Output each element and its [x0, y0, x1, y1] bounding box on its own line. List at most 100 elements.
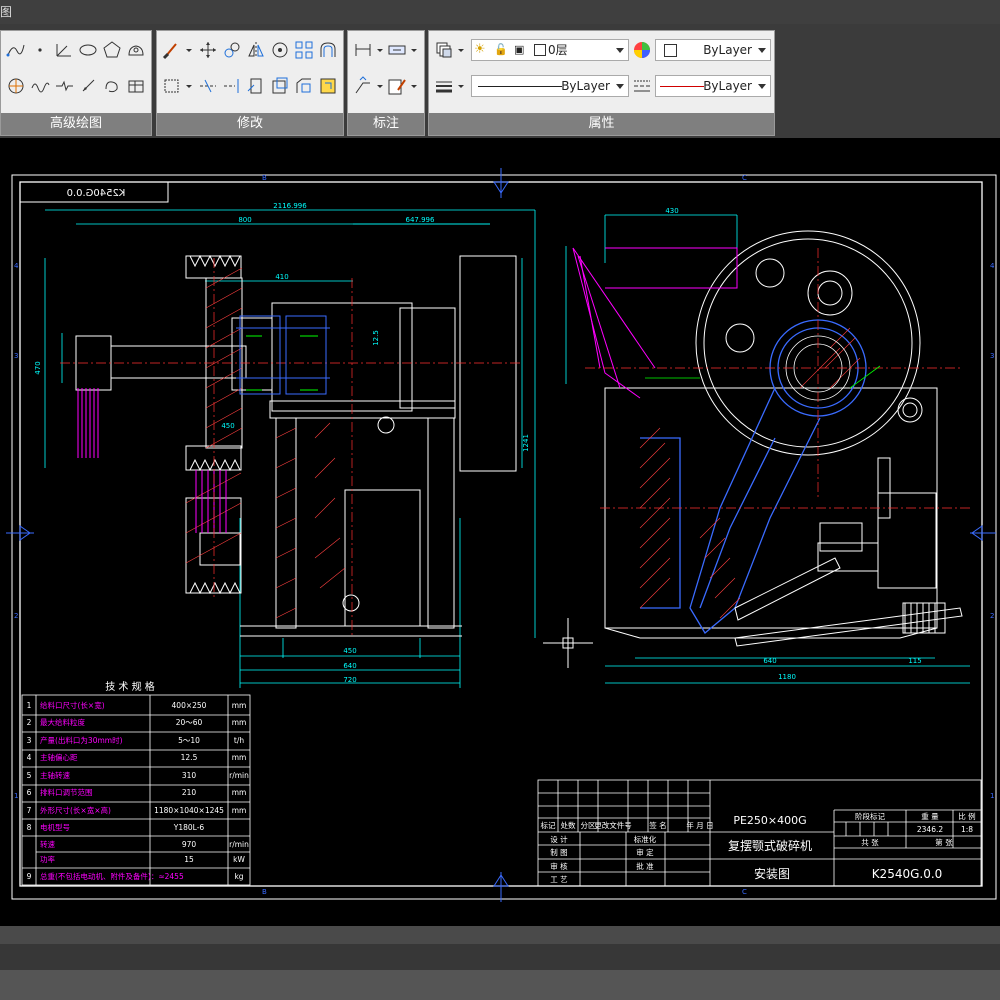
tb-sign-label: 审 定: [636, 847, 654, 857]
linear-dimension-icon[interactable]: [352, 39, 374, 61]
lineweight-dropdown-arrow-icon[interactable]: [616, 84, 624, 89]
svg-text:2: 2: [990, 612, 994, 620]
color-combo[interactable]: ByLayer: [655, 39, 771, 61]
tech-cell-item: 最大给料粒度: [40, 717, 85, 727]
dim-470: 470: [34, 361, 42, 374]
select-window-icon[interactable]: [161, 75, 183, 97]
tech-cell-item: 功率: [40, 854, 55, 864]
tech-cell-unit: kg: [234, 872, 243, 881]
panel-properties: ☀ 🔓 ▣ 0层 ByLayer ByLayer ByLayer 属性: [428, 30, 775, 136]
dim-720: 720: [343, 676, 356, 684]
color-wheel-icon[interactable]: [631, 39, 653, 61]
tech-title: 技 术 规 格: [105, 680, 155, 693]
copy-icon[interactable]: [221, 39, 243, 61]
layer-combo[interactable]: ☀ 🔓 ▣ 0层: [471, 39, 629, 61]
tb-name: 复摆颚式破碎机: [728, 838, 812, 853]
scale-icon[interactable]: [269, 75, 291, 97]
dim-410: 410: [275, 273, 288, 281]
trim-icon[interactable]: [197, 75, 219, 97]
linetype-icon[interactable]: [631, 75, 653, 97]
command-line[interactable]: [0, 970, 1000, 1000]
select-dropdown-icon[interactable]: [185, 75, 193, 97]
ray-tool-icon[interactable]: [53, 39, 75, 61]
match-dropdown-icon[interactable]: [185, 39, 193, 61]
panel-advanced-draw: 高级绘图: [0, 30, 152, 136]
print-icon: ▣: [514, 43, 525, 56]
panel-caption-modify: 修改: [157, 113, 343, 135]
color-square-icon: [534, 44, 546, 56]
lineweight-combo[interactable]: ByLayer: [471, 75, 629, 97]
color-dropdown-arrow-icon[interactable]: [758, 48, 766, 53]
cad-application: 图 V 高级绘图: [0, 0, 1000, 1000]
polyline-tool-icon[interactable]: [5, 39, 27, 61]
leader-tool-icon[interactable]: [77, 75, 99, 97]
tech-cell-value: 12.5: [181, 753, 198, 762]
horizontal-scrollbar[interactable]: [0, 926, 1000, 944]
polygon-tool-icon[interactable]: [101, 39, 123, 61]
dim-1180: 1180: [778, 673, 796, 681]
breakline-tool-icon[interactable]: [53, 75, 75, 97]
mirror-icon[interactable]: [245, 39, 267, 61]
text-dropdown-icon[interactable]: [410, 39, 418, 61]
layer-properties-icon[interactable]: [433, 39, 455, 61]
drawing-canvas[interactable]: 4321 4321 BCBC K2540G.0.0 2116.996 800 6…: [0, 138, 1000, 926]
multileader-dropdown-icon[interactable]: [376, 75, 384, 97]
spline-tool-icon[interactable]: [29, 75, 51, 97]
stamp-top-text: K2540G.0.0: [67, 188, 126, 199]
svg-text:B: B: [262, 888, 267, 896]
cursor-crosshair: [543, 618, 593, 668]
tech-spec-table: 技 术 规 格 1 给料口尺寸(长×宽) 400×250 mm 2 最大给料粒度 20～60…: [21, 680, 251, 886]
table-tool-icon[interactable]: [125, 75, 147, 97]
rotate-icon[interactable]: [269, 39, 291, 61]
donut-tool-icon[interactable]: [5, 75, 27, 97]
centering-marks: [6, 168, 996, 902]
side-view: 430 640 1180 115: [543, 207, 970, 684]
linetype-combo[interactable]: ByLayer: [655, 75, 771, 97]
tb-rev-col: 处数: [561, 820, 576, 830]
svg-text:4: 4: [14, 262, 19, 270]
extend-icon[interactable]: [221, 75, 243, 97]
edit-text-dropdown-icon[interactable]: [410, 75, 418, 97]
match-properties-icon[interactable]: [161, 39, 183, 61]
lineweight-tools-dropdown-icon[interactable]: [457, 75, 465, 97]
multileader-icon[interactable]: [352, 75, 374, 97]
offset-icon[interactable]: [317, 39, 339, 61]
array-icon[interactable]: [293, 39, 315, 61]
tech-cell-item: 主轴偏心距: [40, 752, 78, 762]
chamfer-icon[interactable]: [293, 75, 315, 97]
sketch-tool-icon[interactable]: [101, 75, 123, 97]
svg-text:1: 1: [14, 792, 18, 800]
tb-rev-col: 签 名: [649, 820, 666, 830]
explode-icon[interactable]: [317, 75, 339, 97]
tech-cell-unit: mm: [232, 701, 247, 710]
tb-scale-label: 比 例: [958, 811, 975, 821]
linetype-dropdown-arrow-icon[interactable]: [758, 84, 766, 89]
ellipse-tool-icon[interactable]: [77, 39, 99, 61]
tech-cell-unit: mm: [232, 788, 247, 797]
dimension-dropdown-icon[interactable]: [376, 39, 384, 61]
layer-value: 0层: [548, 43, 568, 57]
edit-text-icon[interactable]: [386, 75, 408, 97]
tb-sign-label: 审 核: [550, 861, 568, 871]
tb-weight: 2346.2: [917, 825, 943, 834]
point-tool-icon[interactable]: [29, 39, 51, 61]
ribbon: 高级绘图 修改 标注 ☀ 🔓 ▣ 0层 ByLayer ByLayer ByLa…: [0, 24, 1000, 138]
move-icon[interactable]: [197, 39, 219, 61]
tech-cell-no: 9: [27, 872, 32, 881]
svg-text:B: B: [262, 174, 267, 182]
lineweight-icon[interactable]: [433, 75, 455, 97]
layer-tools-dropdown-icon[interactable]: [457, 39, 465, 61]
dim-640r: 640: [763, 657, 776, 665]
layer-dropdown-arrow-icon[interactable]: [616, 48, 624, 53]
tech-cell-no: 5: [27, 771, 32, 780]
revcloud-tool-icon[interactable]: [125, 39, 147, 61]
stretch-icon[interactable]: [245, 75, 267, 97]
text-icon[interactable]: [386, 39, 408, 61]
panel-caption-advanced-draw: 高级绘图: [1, 113, 151, 135]
svg-text:4: 4: [990, 262, 995, 270]
lineweight-value: ByLayer: [561, 79, 610, 93]
tech-cell-value: 970: [182, 840, 197, 849]
dim-430: 430: [665, 207, 678, 215]
dim-12: 12.5: [372, 330, 380, 346]
tech-cell-item: 转速: [40, 839, 55, 849]
